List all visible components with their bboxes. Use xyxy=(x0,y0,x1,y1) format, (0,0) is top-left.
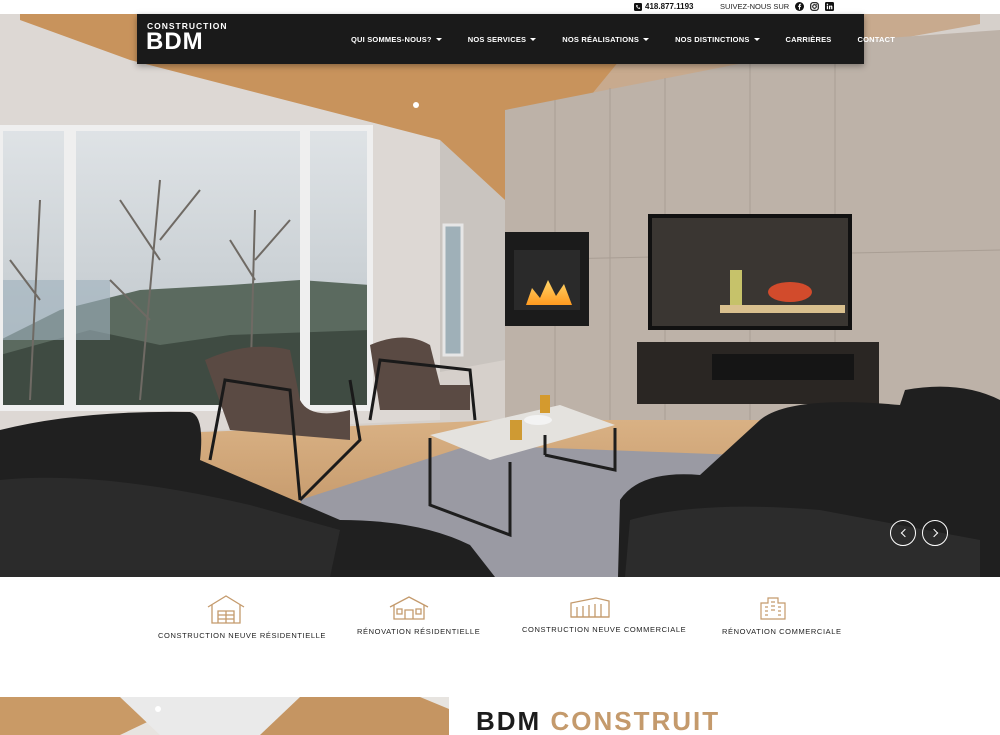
caret-down-icon xyxy=(530,37,537,41)
social-follow: SUIVEZ-NOUS SUR xyxy=(720,2,835,11)
top-utility-bar: 418.877.1193 SUIVEZ-NOUS SUR xyxy=(0,0,1000,14)
nav-item-carrieres[interactable]: CARRIÈRES xyxy=(786,35,832,44)
nav-item-label: NOS SERVICES xyxy=(467,34,527,44)
nav-item-label: NOS RÉALISATIONS xyxy=(562,34,640,44)
nav-item-label: CARRIÈRES xyxy=(785,34,832,44)
slider-prev-button[interactable] xyxy=(890,520,916,546)
main-menu: QUI SOMMES-NOUS? NOS SERVICES NOS RÉALIS… xyxy=(351,14,921,64)
about-section-image xyxy=(0,697,449,735)
facebook-icon[interactable] xyxy=(795,2,805,11)
main-navbar: CONSTRUCTION BDM QUI SOMMES-NOUS? NOS SE… xyxy=(137,14,895,64)
house-construction-icon xyxy=(207,595,245,624)
services-section: CONSTRUCTION NEUVE RÉSIDENTIELLE RÉNOVAT… xyxy=(0,577,1000,697)
section-headline: BDM CONSTRUIT xyxy=(476,706,720,735)
service-renovation-commerciale[interactable]: RÉNOVATION COMMERCIALE xyxy=(722,595,842,636)
hero-slider-image xyxy=(0,14,1000,577)
nav-item-contact[interactable]: CONTACT xyxy=(858,35,896,44)
commercial-renovation-icon xyxy=(760,597,786,620)
slider-next-button[interactable] xyxy=(922,520,948,546)
caret-down-icon xyxy=(753,37,760,41)
house-renovation-icon xyxy=(389,596,429,620)
service-construction-neuve-commerciale[interactable]: CONSTRUCTION NEUVE COMMERCIALE xyxy=(522,595,687,634)
headline-part1: BDM xyxy=(476,706,542,735)
caret-down-icon xyxy=(435,37,442,41)
caret-down-icon xyxy=(643,37,650,41)
phone-number: 418.877.1193 xyxy=(645,2,694,11)
chevron-right-icon xyxy=(929,528,938,538)
service-label: CONSTRUCTION NEUVE COMMERCIALE xyxy=(522,625,687,634)
service-renovation-residentielle[interactable]: RÉNOVATION RÉSIDENTIELLE xyxy=(357,595,481,636)
instagram-icon[interactable] xyxy=(810,2,820,11)
interior-photo xyxy=(0,697,449,735)
nav-item-label: QUI SOMMES-NOUS? xyxy=(351,34,432,44)
service-label: CONSTRUCTION NEUVE RÉSIDENTIELLE xyxy=(158,631,326,640)
nav-item-nos-realisations[interactable]: NOS RÉALISATIONS xyxy=(562,34,650,44)
nav-item-nos-distinctions[interactable]: NOS DISTINCTIONS xyxy=(675,34,760,44)
service-label: RÉNOVATION RÉSIDENTIELLE xyxy=(357,627,481,636)
service-construction-neuve-residentielle[interactable]: CONSTRUCTION NEUVE RÉSIDENTIELLE xyxy=(158,593,326,640)
nav-item-nos-services[interactable]: NOS SERVICES xyxy=(468,35,537,44)
nav-item-label: CONTACT xyxy=(857,34,896,44)
logo[interactable]: CONSTRUCTION BDM xyxy=(146,21,230,57)
phone-icon xyxy=(634,2,642,11)
nav-item-label: NOS DISTINCTIONS xyxy=(675,34,750,44)
linkedin-icon[interactable] xyxy=(825,2,835,11)
follow-label: SUIVEZ-NOUS SUR xyxy=(720,2,790,11)
commercial-building-icon xyxy=(570,597,610,618)
service-label: RÉNOVATION COMMERCIALE xyxy=(722,627,842,636)
living-room-photo xyxy=(0,14,1000,577)
chevron-left-icon xyxy=(900,528,909,538)
phone-link[interactable]: 418.877.1193 xyxy=(634,2,694,11)
logo-line2: BDM xyxy=(146,28,204,55)
headline-part2: CONSTRUIT xyxy=(550,706,721,735)
nav-item-qui-sommes-nous[interactable]: QUI SOMMES-NOUS? xyxy=(351,35,442,44)
